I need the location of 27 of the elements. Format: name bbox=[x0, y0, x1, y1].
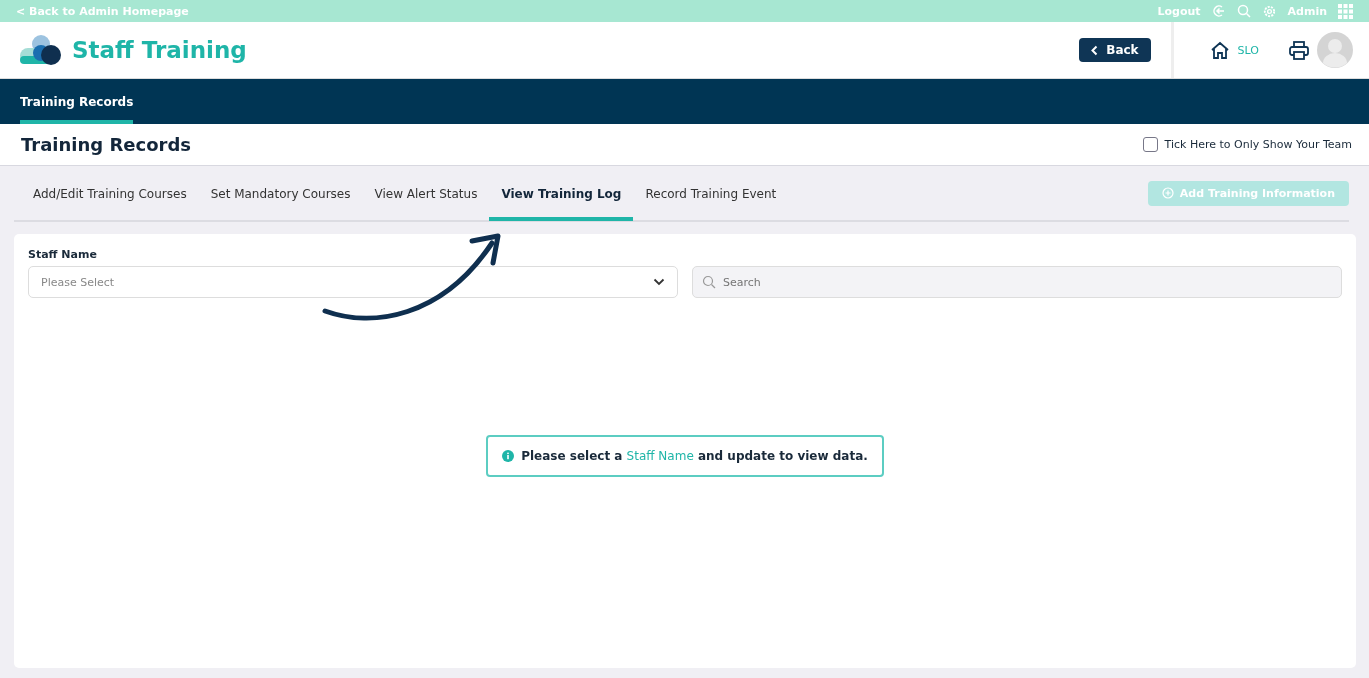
tab[interactable]: Add/Edit Training Courses bbox=[21, 167, 199, 221]
search-field[interactable]: Search bbox=[692, 266, 1342, 298]
chevron-down-icon bbox=[653, 278, 665, 286]
apps-grid-icon[interactable] bbox=[1338, 3, 1353, 19]
cloud-logo-icon bbox=[20, 34, 62, 66]
printer-icon[interactable] bbox=[1289, 40, 1309, 60]
tab[interactable]: View Alert Status bbox=[362, 167, 490, 221]
avatar-icon[interactable] bbox=[1317, 32, 1353, 68]
plus-circle-icon bbox=[1161, 187, 1174, 199]
logout-icon[interactable] bbox=[1211, 4, 1226, 18]
chevron-left-icon bbox=[1091, 44, 1099, 56]
search-icon[interactable] bbox=[1236, 4, 1251, 18]
app-title: Staff Training bbox=[72, 37, 247, 63]
tab[interactable]: Set Mandatory Courses bbox=[198, 167, 363, 221]
message-text: Please select a Staff Name and update to view data. bbox=[521, 449, 868, 463]
info-icon bbox=[502, 450, 515, 462]
staff-name-label: Staff Name bbox=[28, 248, 98, 261]
staff-name-dropdown[interactable]: Please Select bbox=[28, 266, 678, 298]
team-checkbox[interactable] bbox=[1142, 137, 1158, 152]
home-icon[interactable] bbox=[1209, 41, 1230, 59]
page-title: Training Records bbox=[21, 134, 192, 155]
team-checkbox-label: Tick Here to Only Show Your Team bbox=[1164, 138, 1352, 151]
settings-icon[interactable] bbox=[1261, 3, 1277, 19]
tab[interactable]: View Training Log bbox=[489, 167, 634, 221]
location-label: SLO bbox=[1237, 43, 1259, 57]
back-button[interactable]: Back bbox=[1079, 38, 1151, 62]
tab[interactable]: Record Training Event bbox=[633, 167, 789, 221]
